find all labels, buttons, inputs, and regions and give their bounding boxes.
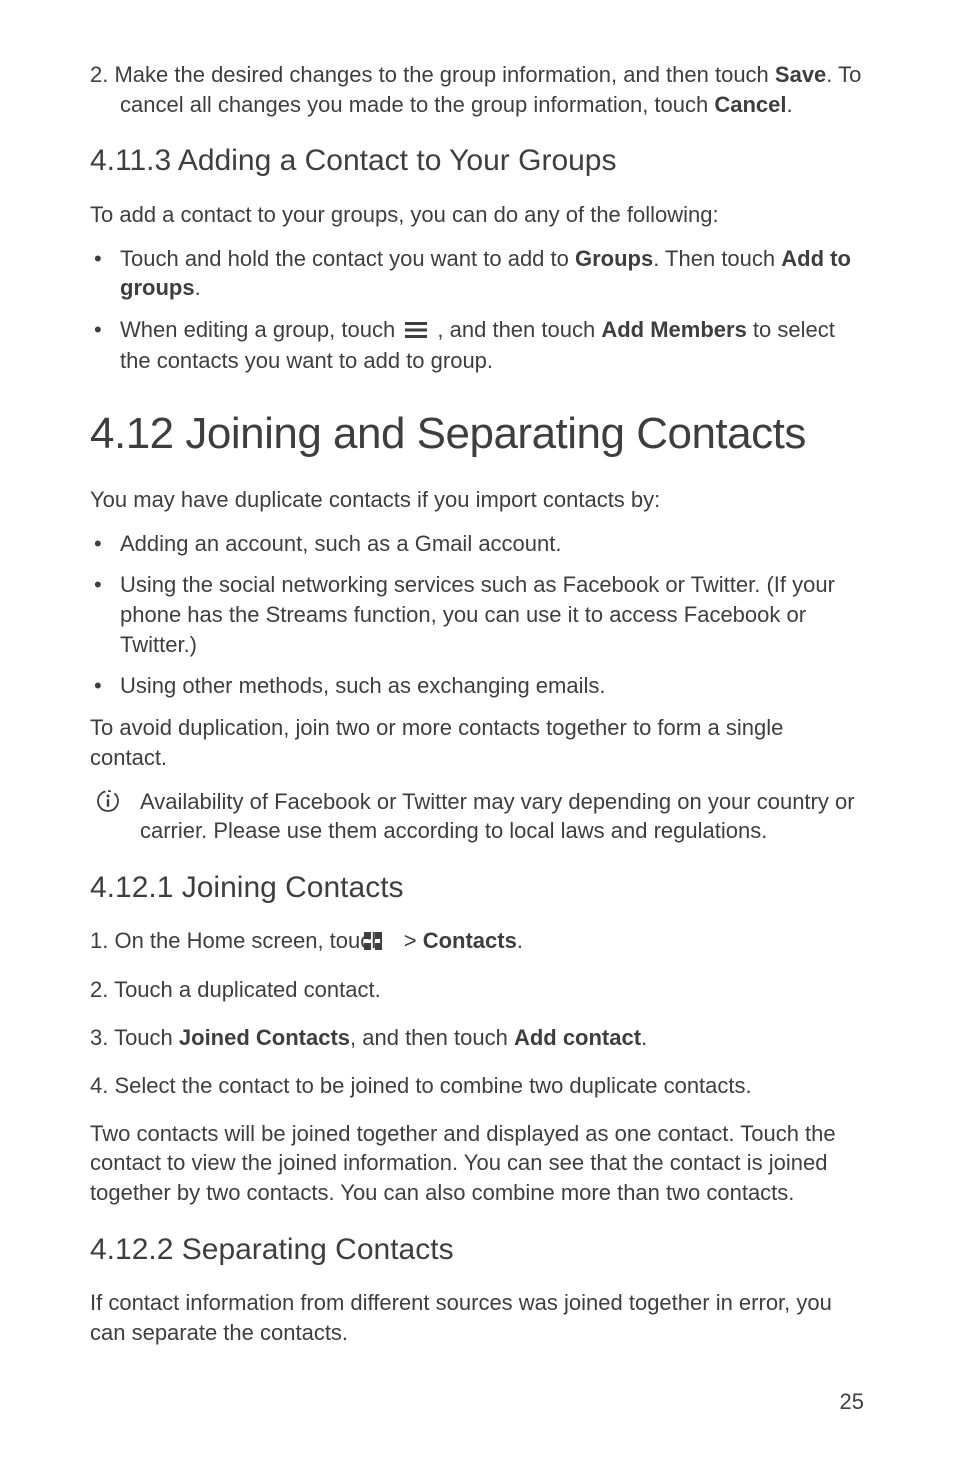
bullet-item: Adding an account, such as a Gmail accou… bbox=[90, 529, 864, 559]
body-text: If contact information from different so… bbox=[90, 1288, 864, 1347]
step-text: , and then touch bbox=[350, 1025, 514, 1050]
step-3-item: 3. Touch Joined Contacts, and then touch… bbox=[90, 1023, 864, 1053]
note-block: Availability of Facebook or Twitter may … bbox=[90, 787, 864, 846]
bullet-text: , and then touch bbox=[431, 317, 601, 342]
heading-4-12-1: 4.12.1 Joining Contacts bbox=[90, 868, 864, 909]
step-4-item: 4. Select the contact to be joined to co… bbox=[90, 1071, 864, 1101]
groups-label: Groups bbox=[575, 246, 653, 271]
step-text: . bbox=[517, 928, 523, 953]
add-contact-label: Add contact bbox=[514, 1025, 641, 1050]
note-text: Availability of Facebook or Twitter may … bbox=[140, 789, 855, 844]
info-icon bbox=[96, 789, 120, 821]
bullet-text: . bbox=[195, 275, 201, 300]
joined-contacts-label: Joined Contacts bbox=[179, 1025, 350, 1050]
step-2-item: 2. Touch a duplicated contact. bbox=[90, 975, 864, 1005]
step-number: 2. bbox=[90, 977, 114, 1002]
step-text: On the Home screen, touch bbox=[114, 928, 389, 953]
bullet-item: Using other methods, such as exchanging … bbox=[90, 671, 864, 701]
bullet-text: Touch and hold the contact you want to a… bbox=[120, 246, 575, 271]
cancel-label: Cancel bbox=[714, 92, 786, 117]
step-text: Select the contact to be joined to combi… bbox=[114, 1073, 751, 1098]
bullet-item: Using the social networking services suc… bbox=[90, 570, 864, 659]
heading-4-11-3: 4.11.3 Adding a Contact to Your Groups bbox=[90, 141, 864, 182]
step-number: 1. bbox=[90, 928, 114, 953]
body-text: To avoid duplication, join two or more c… bbox=[90, 713, 864, 772]
add-members-label: Add Members bbox=[601, 317, 746, 342]
step-number: 3. bbox=[90, 1025, 114, 1050]
step-number: 2. bbox=[90, 62, 114, 87]
menu-icon bbox=[405, 316, 427, 346]
step-1-item: 1. On the Home screen, touch > Contacts. bbox=[90, 926, 864, 957]
heading-4-12: 4.12 Joining and Separating Contacts bbox=[90, 404, 864, 463]
step-text: . bbox=[641, 1025, 647, 1050]
intro-text: You may have duplicate contacts if you i… bbox=[90, 485, 864, 515]
step-text: Touch a duplicated contact. bbox=[114, 977, 381, 1002]
step-text: Make the desired changes to the group in… bbox=[114, 62, 774, 87]
intro-text: To add a contact to your groups, you can… bbox=[90, 200, 864, 230]
bullet-text: . Then touch bbox=[653, 246, 781, 271]
step-text: Touch bbox=[114, 1025, 179, 1050]
step-2-item: 2. Make the desired changes to the group… bbox=[90, 60, 864, 119]
step-text: > bbox=[398, 928, 423, 953]
page-number: 25 bbox=[90, 1387, 864, 1417]
bullet-item: When editing a group, touch , and then t… bbox=[90, 315, 864, 376]
step-text: . bbox=[787, 92, 793, 117]
bullet-item: Touch and hold the contact you want to a… bbox=[90, 244, 864, 303]
body-text: Two contacts will be joined together and… bbox=[90, 1119, 864, 1208]
step-number: 4. bbox=[90, 1073, 114, 1098]
heading-4-12-2: 4.12.2 Separating Contacts bbox=[90, 1230, 864, 1271]
save-label: Save bbox=[775, 62, 826, 87]
contacts-label: Contacts bbox=[423, 928, 517, 953]
bullet-text: When editing a group, touch bbox=[120, 317, 401, 342]
